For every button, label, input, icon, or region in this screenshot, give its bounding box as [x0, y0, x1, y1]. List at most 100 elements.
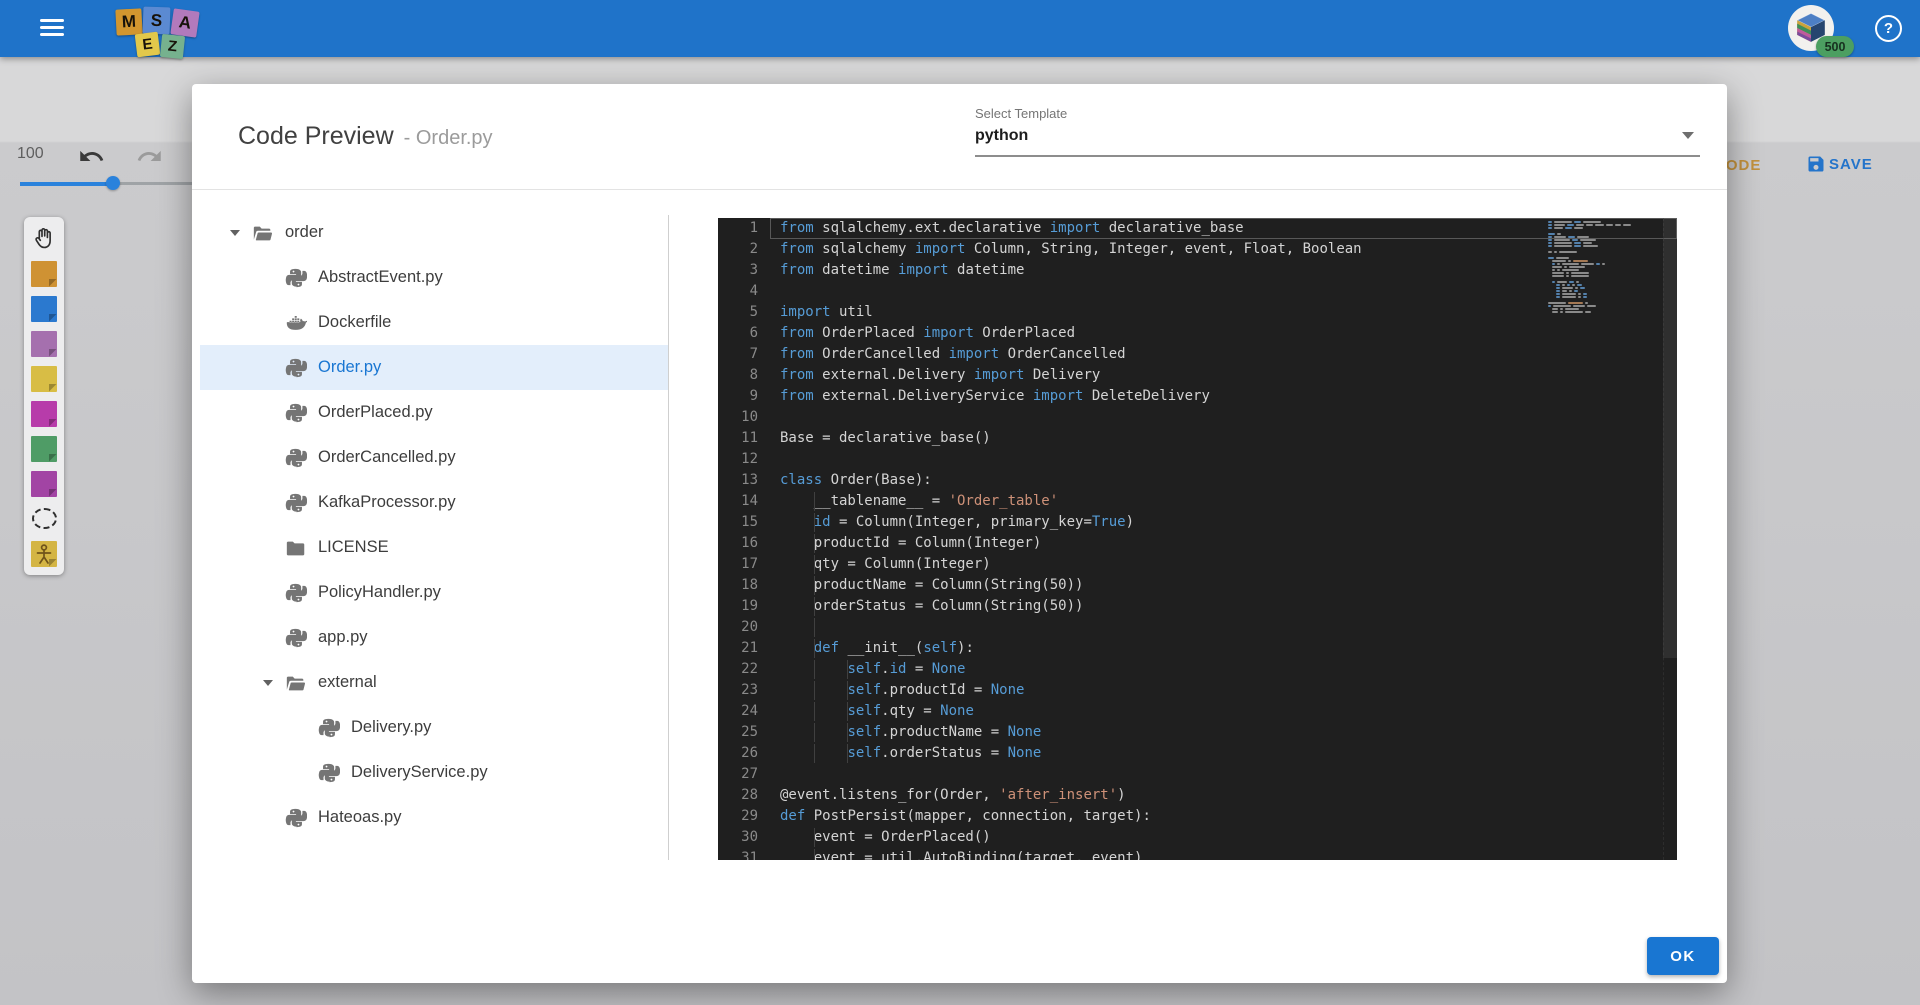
python-icon [285, 267, 307, 289]
code-line-content: def __init__(self): [813, 639, 974, 658]
code-line-content: from external.Delivery import Delivery [780, 367, 1101, 383]
top-app-bar: MSAEZ 500 ? [0, 0, 1920, 60]
sticker-yellow-sticker-icon[interactable] [31, 365, 58, 392]
zoom-slider[interactable] [20, 175, 194, 191]
code-line: 18 productName = Column(String(50)) [718, 575, 1677, 596]
indent-guide [813, 849, 815, 860]
line-number: 18 [741, 577, 758, 593]
floppy-disk-icon [1808, 156, 1824, 172]
editor-minimap[interactable] [1548, 221, 1641, 314]
tree-item-PolicyHandler.py[interactable]: PolicyHandler.py [200, 570, 668, 615]
code-line: 12 [718, 449, 1677, 470]
code-line-content: from sqlalchemy.ext.declarative import d… [770, 218, 1677, 239]
python-icon [285, 402, 307, 424]
tree-item-app.py[interactable]: app.py [200, 615, 668, 660]
code-line: 20 [718, 617, 1677, 638]
code-line-content: class Order(Base): [780, 472, 932, 488]
sticker-violet-sticker-icon[interactable] [31, 330, 58, 357]
tree-item-external[interactable]: external [200, 660, 668, 705]
line-number: 9 [749, 388, 758, 404]
line-number: 8 [749, 367, 758, 383]
sticker-orange-sticker-icon[interactable] [31, 260, 58, 287]
sticker-magenta-sticker-icon[interactable] [31, 400, 58, 427]
tree-item-AbstractEvent.py[interactable]: AbstractEvent.py [200, 255, 668, 300]
code-line-content [770, 449, 1677, 470]
code-line: 30 event = OrderPlaced() [718, 827, 1677, 848]
pan-tool-icon[interactable] [31, 225, 58, 252]
tree-item-KafkaProcessor.py[interactable]: KafkaProcessor.py [200, 480, 668, 525]
save-button[interactable]: SAVE [1806, 154, 1873, 174]
folder-open-icon [252, 222, 274, 244]
line-number: 25 [741, 724, 758, 740]
chevron-down-icon[interactable] [230, 230, 252, 236]
indent-guide [813, 702, 815, 721]
sticker-green-shape [31, 435, 57, 462]
editor-scrollbar[interactable] [1663, 218, 1677, 658]
sticker-magenta-shape [31, 400, 57, 427]
code-line-content: self.id = None [770, 659, 1677, 680]
python-icon [285, 357, 307, 379]
undo-icon[interactable] [78, 143, 105, 170]
minimap-line [1548, 311, 1641, 314]
code-line-content: def PostPersist(mapper, connection, targ… [780, 808, 1151, 824]
code-line-content: orderStatus = Column(String(50)) [780, 597, 1084, 616]
template-select[interactable]: Select Template python [975, 106, 1700, 157]
menu-icon[interactable] [40, 19, 64, 38]
tree-item-LICENSE[interactable]: LICENSE [200, 525, 668, 570]
code-line-content [770, 617, 1677, 638]
tree-item-OrderCancelled.py[interactable]: OrderCancelled.py [200, 435, 668, 480]
code-line: 16 productId = Column(Integer) [718, 533, 1677, 554]
tree-item-Order.py[interactable]: Order.py [200, 345, 668, 390]
lasso-icon[interactable] [31, 505, 58, 532]
code-line: 2 from sqlalchemy import Column, String, … [718, 239, 1677, 260]
dialog-subtitle: - Order.py [403, 127, 493, 149]
line-number: 2 [749, 241, 758, 257]
code-line: 31 event = util.AutoBinding(target, even… [718, 848, 1677, 860]
line-number: 17 [741, 556, 758, 572]
lasso-shape [31, 508, 57, 529]
redo-icon[interactable] [136, 143, 163, 170]
tree-item-Hateoas.py[interactable]: Hateoas.py [200, 795, 668, 840]
code-line-content: qty = Column(Integer) [780, 555, 991, 574]
line-number: 29 [741, 808, 758, 824]
sticker-green-sticker-icon[interactable] [31, 435, 58, 462]
python-icon [318, 717, 340, 739]
code-line: 29 def PostPersist(mapper, connection, ta… [718, 806, 1677, 827]
code-line-content: event = OrderPlaced() [780, 828, 991, 847]
code-editor[interactable]: 1 from sqlalchemy.ext.declarative import … [718, 218, 1677, 860]
tree-item-order[interactable]: order [200, 210, 668, 255]
line-number: 14 [741, 493, 758, 509]
tree-item-label: AbstractEvent.py [318, 268, 443, 286]
code-line-content: from external.DeliveryService import Del… [780, 388, 1210, 404]
code-line: 7 from OrderCancelled import OrderCancell… [718, 344, 1677, 365]
code-line: 28 @event.listens_for(Order, 'after_inser… [718, 785, 1677, 806]
code-line: 13 class Order(Base): [718, 470, 1677, 491]
sticker-purple-shape [31, 470, 57, 497]
line-number: 7 [749, 346, 758, 362]
tree-item-Dockerfile[interactable]: Dockerfile [200, 300, 668, 345]
sticker-purple-sticker-icon[interactable] [31, 470, 58, 497]
ok-button[interactable]: OK [1647, 937, 1719, 975]
chevron-down-icon[interactable] [263, 680, 285, 686]
tree-item-Delivery.py[interactable]: Delivery.py [200, 705, 668, 750]
tree-item-DeliveryService.py[interactable]: DeliveryService.py [200, 750, 668, 795]
tree-item-OrderPlaced.py[interactable]: OrderPlaced.py [200, 390, 668, 435]
indent-guide [813, 534, 815, 553]
line-number: 30 [741, 829, 758, 845]
code-line-content: event = util.AutoBinding(target, event) [770, 848, 1677, 860]
sticker-blue-sticker-icon[interactable] [31, 295, 58, 322]
code-preview-dialog: Code Preview - Order.py Select Template … [192, 84, 1727, 983]
line-number: 13 [741, 472, 758, 488]
slider-thumb[interactable] [106, 176, 120, 190]
code-line-content: self.orderStatus = None [770, 743, 1677, 764]
sticker-violet-shape [31, 330, 57, 357]
indent-guide [813, 744, 815, 763]
indent-guide [813, 681, 815, 700]
indent-guide [813, 618, 815, 637]
code-line-content: from OrderPlaced import OrderPlaced [780, 325, 1076, 341]
code-line: 15 id = Column(Integer, primary_key=True… [718, 512, 1677, 533]
code-lines: 1 from sqlalchemy.ext.declarative import … [718, 218, 1677, 860]
code-line-content: __tablename__ = 'Order_table' [780, 492, 1059, 511]
help-icon[interactable]: ? [1875, 15, 1902, 42]
actor-sticker-icon[interactable] [31, 540, 58, 567]
